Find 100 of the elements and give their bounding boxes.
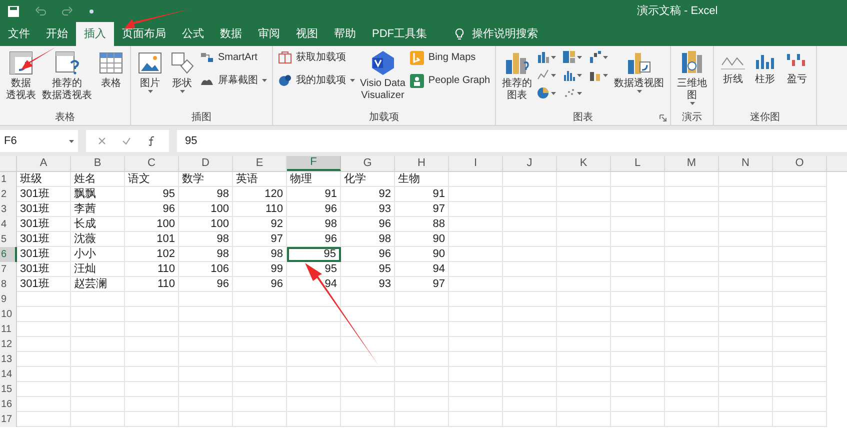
undo-icon[interactable] (35, 6, 46, 16)
empty-cell (719, 352, 773, 367)
empty-cell (503, 397, 557, 412)
ribbon-button[interactable]: SmartArt (198, 50, 269, 65)
column-header[interactable]: G (341, 156, 395, 171)
ribbon-button[interactable]: 形状 (166, 46, 198, 93)
ribbon-tab[interactable]: 开始 (38, 22, 76, 46)
row-header[interactable]: 10 (0, 307, 17, 322)
ribbon-tab[interactable]: 帮助 (326, 22, 364, 46)
ribbon-button[interactable]: People Graph (408, 73, 492, 88)
name-box[interactable]: F6 (0, 130, 78, 152)
row-header[interactable]: 4 (0, 217, 17, 232)
row-header[interactable]: 17 (0, 412, 17, 427)
tell-me-search[interactable]: 操作说明搜索 (451, 22, 542, 46)
empty-cell (287, 412, 341, 427)
column-header[interactable]: B (71, 156, 125, 171)
ribbon-button[interactable]: Bing Maps (408, 50, 492, 65)
empty-cell (179, 397, 233, 412)
dialog-launcher-icon[interactable] (659, 114, 668, 122)
ribbon-tab[interactable]: 公式 (174, 22, 212, 46)
ribbon-button[interactable]: 盈亏 (781, 46, 814, 86)
formula-input[interactable]: 95 (177, 130, 847, 152)
function-icon[interactable] (147, 136, 157, 146)
row-header[interactable]: 16 (0, 397, 17, 412)
ribbon-button[interactable]: 柱形 (749, 46, 782, 86)
ribbon-button[interactable]: 获取加载项 (276, 50, 357, 65)
empty-cell (611, 367, 665, 382)
ribbon-button[interactable]: 推荐的 图表 (499, 46, 536, 102)
row-header[interactable]: 7 (0, 262, 17, 277)
pivot-table-icon (8, 50, 34, 76)
ribbon-button[interactable]: 图片 (134, 46, 166, 93)
column-header[interactable]: J (503, 156, 557, 171)
row-header[interactable]: 12 (0, 337, 17, 352)
row-header[interactable]: 5 (0, 232, 17, 247)
empty-cell (611, 232, 665, 247)
ribbon-button[interactable]: 三维地 图 (674, 46, 710, 105)
close-icon[interactable] (98, 137, 106, 145)
redo-icon[interactable] (62, 6, 73, 16)
empty-cell (557, 262, 611, 277)
row-header[interactable]: 14 (0, 367, 17, 382)
column-header[interactable]: H (395, 156, 449, 171)
empty-cell (773, 292, 827, 307)
column-header[interactable]: M (665, 156, 719, 171)
column-header[interactable]: O (773, 156, 827, 171)
empty-cell (287, 352, 341, 367)
ribbon-button[interactable]: 数据透视图 (611, 46, 668, 93)
empty-cell (611, 292, 665, 307)
empty-cell (719, 367, 773, 382)
empty-cell (179, 322, 233, 337)
column-header[interactable]: L (611, 156, 665, 171)
column-header[interactable]: K (557, 156, 611, 171)
row-header[interactable]: 3 (0, 202, 17, 217)
ribbon-button[interactable]: 我的加载项 (276, 73, 357, 88)
row-header[interactable]: 9 (0, 292, 17, 307)
group-label: 演示 (682, 111, 702, 125)
row-header[interactable]: 6 (0, 247, 17, 262)
ribbon-button[interactable]: 表格 (95, 46, 127, 90)
row-header[interactable]: 13 (0, 352, 17, 367)
table-cell: 英语 (233, 172, 287, 187)
row-header[interactable]: 15 (0, 382, 17, 397)
empty-cell (503, 352, 557, 367)
table-cell: 97 (233, 232, 287, 247)
annotation-arrow (124, 9, 190, 29)
table-cell: 长成 (71, 217, 125, 232)
row-header[interactable]: 2 (0, 187, 17, 202)
column-header[interactable]: C (125, 156, 179, 171)
column-header[interactable]: A (17, 156, 71, 171)
ribbon-tab[interactable]: 视图 (288, 22, 326, 46)
ribbon-tab[interactable]: 数据 (212, 22, 250, 46)
ribbon-button[interactable]: Visio Data Visualizer (357, 46, 408, 102)
empty-cell (179, 307, 233, 322)
ribbon-tab[interactable]: 页面布局 (114, 22, 174, 46)
check-icon[interactable] (122, 137, 131, 145)
empty-cell (719, 262, 773, 277)
row-header[interactable]: 11 (0, 322, 17, 337)
empty-cell (233, 307, 287, 322)
ribbon-button[interactable]: 折线 (717, 46, 750, 86)
column-header[interactable]: D (179, 156, 233, 171)
save-icon[interactable] (8, 6, 19, 16)
ribbon-button[interactable]: 推荐的 数据透视表 (39, 46, 95, 102)
empty-cell (395, 382, 449, 397)
empty-cell (503, 337, 557, 352)
lightbulb-icon (455, 28, 464, 40)
pivot-chart-icon (626, 50, 652, 76)
ribbon-tab[interactable]: 审阅 (250, 22, 288, 46)
column-header[interactable]: I (449, 156, 503, 171)
ribbon-button[interactable]: 屏幕截图 (198, 73, 269, 88)
row-header[interactable]: 1 (0, 172, 17, 187)
hierarchy-chart-icon (563, 51, 576, 63)
ribbon-tab[interactable]: PDF工具集 (364, 22, 435, 46)
empty-cell (557, 412, 611, 427)
table-cell: 91 (287, 187, 341, 202)
row-header[interactable]: 8 (0, 277, 17, 292)
table-cell: 98 (233, 247, 287, 262)
dropdown-caret-icon (551, 56, 556, 58)
ribbon-tab[interactable]: 插入 (76, 22, 114, 46)
column-header[interactable]: N (719, 156, 773, 171)
empty-cell (773, 217, 827, 232)
ribbon-tab[interactable]: 文件 (0, 22, 38, 46)
column-header[interactable]: F (287, 156, 341, 171)
